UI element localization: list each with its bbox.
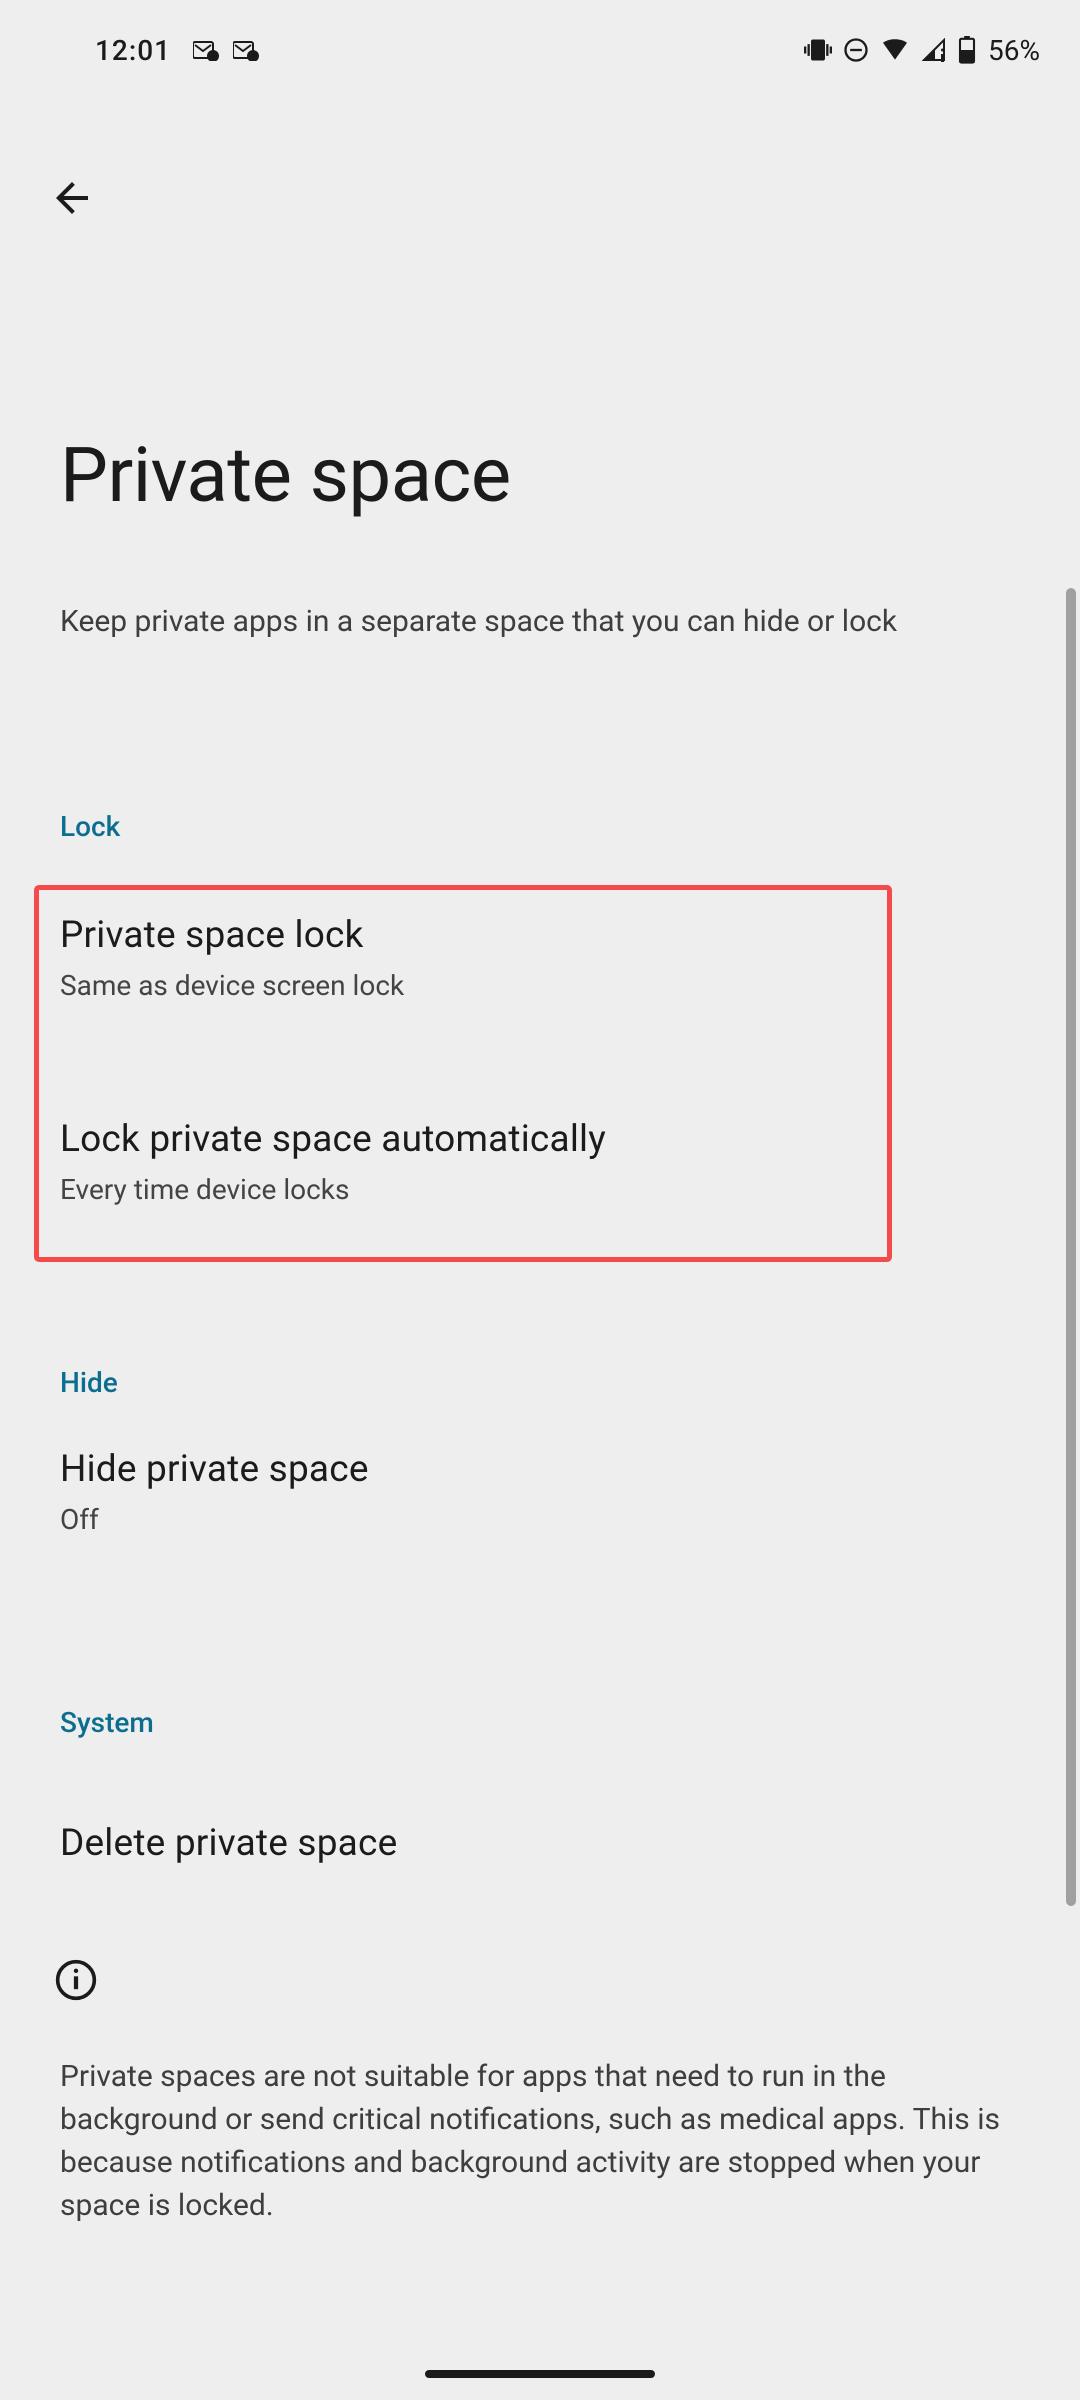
setting-delete-private-space[interactable]: Delete private space <box>60 1822 1020 1865</box>
back-button[interactable] <box>42 168 102 228</box>
outlook-icon <box>233 39 259 61</box>
scroll-indicator[interactable] <box>1066 588 1076 1906</box>
setting-subtitle: Off <box>60 1503 1020 1536</box>
page-title: Private space <box>60 430 511 520</box>
setting-private-space-lock[interactable]: Private space lock Same as device screen… <box>60 914 1020 1002</box>
battery-percent: 56% <box>988 34 1040 67</box>
setting-hide-private-space[interactable]: Hide private space Off <box>60 1448 1020 1536</box>
section-header-system: System <box>60 1706 154 1739</box>
status-left: 12:01 <box>95 34 259 67</box>
setting-title: Delete private space <box>60 1822 1020 1865</box>
battery-icon <box>958 36 976 64</box>
arrow-back-icon <box>48 174 96 222</box>
signal-icon <box>920 38 948 62</box>
outlook-icon <box>193 39 219 61</box>
status-time: 12:01 <box>95 34 171 67</box>
wifi-icon <box>880 38 910 62</box>
setting-subtitle: Same as device screen lock <box>60 969 1020 1002</box>
setting-title: Private space lock <box>60 914 1020 957</box>
setting-title: Hide private space <box>60 1448 1020 1491</box>
nav-handle[interactable] <box>425 2370 655 2378</box>
setting-subtitle: Every time device locks <box>60 1173 1020 1206</box>
status-bar: 12:01 56% <box>0 0 1080 80</box>
info-text: Private spaces are not suitable for apps… <box>60 2056 1000 2228</box>
dnd-icon <box>842 36 870 64</box>
page-subtitle: Keep private apps in a separate space th… <box>60 600 1020 644</box>
vibrate-icon <box>804 36 832 64</box>
setting-lock-automatically[interactable]: Lock private space automatically Every t… <box>60 1118 1020 1206</box>
info-icon <box>54 1958 102 2006</box>
status-right: 56% <box>804 34 1040 67</box>
setting-title: Lock private space automatically <box>60 1118 1020 1161</box>
section-header-lock: Lock <box>60 810 120 843</box>
section-header-hide: Hide <box>60 1366 118 1399</box>
